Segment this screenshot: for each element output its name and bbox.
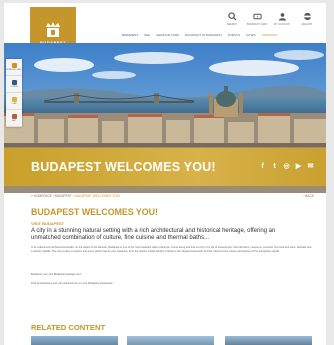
article-title: BUDAPEST WELCOMES YOU! <box>31 207 158 217</box>
nav-item-shopping[interactable]: SHOPPING <box>262 33 278 37</box>
language-icon <box>303 12 312 21</box>
language-label: ENGLISH <box>301 23 313 26</box>
article-note-2: Find all attractions and your planned to… <box>31 282 115 285</box>
nav-item-cities[interactable]: CITIES <box>246 33 256 37</box>
article-lead: A city in a stunning natural setting wit… <box>31 228 276 241</box>
dock-budapest-card[interactable]: BUDAPEST CARD <box>6 59 22 76</box>
nav-item-see[interactable]: SEE <box>144 33 150 37</box>
account-button[interactable]: MY ACCOUNT <box>274 12 290 26</box>
header-utility-icons: SEARCH BUDAPEST CARD MY ACCOUNT ENGLISH <box>225 12 314 26</box>
main-nav: BUDAPEST SEE SEMINAR CARE BUDAPEST IN BU… <box>122 33 278 37</box>
dock-map[interactable]: MAP <box>6 110 22 127</box>
dock-label: MAP <box>12 120 16 122</box>
budapest-card-label: BUDAPEST CARD <box>246 23 268 26</box>
tickets-icon <box>252 12 262 21</box>
search-icon <box>227 12 237 21</box>
article-body: In its cultural and architectural wealth… <box>31 246 312 253</box>
hero-title: BUDAPEST WELCOMES YOU! <box>31 160 216 174</box>
side-quick-links: BUDAPEST CARD OFFERS PLAN MAP <box>6 59 22 127</box>
nav-item-budapest[interactable]: BUDAPEST <box>122 33 138 37</box>
email-icon[interactable]: ✉ <box>307 163 314 171</box>
coat-of-arms-icon <box>46 22 60 37</box>
map-icon <box>11 114 17 119</box>
dock-label: BUDAPEST CARD <box>6 69 22 71</box>
account-icon <box>278 12 287 21</box>
plan-icon <box>11 97 17 102</box>
budapest-card-button[interactable]: BUDAPEST CARD <box>246 12 268 26</box>
article-subtitle: VISIT BUDAPEST <box>31 221 65 226</box>
search-button[interactable]: SEARCH <box>225 12 239 26</box>
language-button[interactable]: ENGLISH <box>300 12 314 26</box>
breadcrumb-path[interactable]: » HOMEPAGE › BUDAPEST › <box>31 194 75 198</box>
related-thumbnail[interactable] <box>127 336 214 345</box>
budapest-logo[interactable]: BUDAPEST <box>30 7 76 48</box>
search-label: SEARCH <box>227 23 237 26</box>
nav-item-budapest-in-budapest[interactable]: BUDAPEST IN BUDAPEST <box>185 33 222 37</box>
account-label: MY ACCOUNT <box>274 23 290 26</box>
dock-label: PLAN <box>11 103 17 105</box>
dock-plan[interactable]: PLAN <box>6 93 22 110</box>
card-icon <box>11 63 17 68</box>
related-content-title: RELATED CONTENT <box>31 323 106 332</box>
offers-icon <box>11 80 17 85</box>
facebook-icon[interactable]: f <box>259 163 266 171</box>
breadcrumb-current: BUDAPEST WELCOMES YOU! <box>74 194 120 198</box>
dock-label: OFFERS <box>10 86 18 88</box>
youtube-icon[interactable]: ▶ <box>295 163 302 171</box>
dock-offers[interactable]: OFFERS <box>6 76 22 93</box>
breadcrumb[interactable]: » HOMEPAGE › BUDAPEST › BUDAPEST WELCOME… <box>31 194 120 198</box>
page: BUDAPEST SEARCH BUDAPEST CARD MY ACCOUNT <box>4 3 326 345</box>
nav-item-seminar[interactable]: SEMINAR CARE <box>156 33 179 37</box>
related-thumbnail[interactable] <box>225 336 312 345</box>
related-thumbnail[interactable] <box>31 336 118 345</box>
social-links: f t ◎ ▶ ✉ <box>259 163 314 171</box>
article-note[interactable]: Budapest your own Budapest package tour! <box>31 273 81 276</box>
twitter-icon[interactable]: t <box>271 163 278 171</box>
instagram-icon[interactable]: ◎ <box>283 163 290 171</box>
nav-item-events[interactable]: EVENTS <box>228 33 240 37</box>
back-link[interactable]: ‹ BACK <box>303 194 314 198</box>
